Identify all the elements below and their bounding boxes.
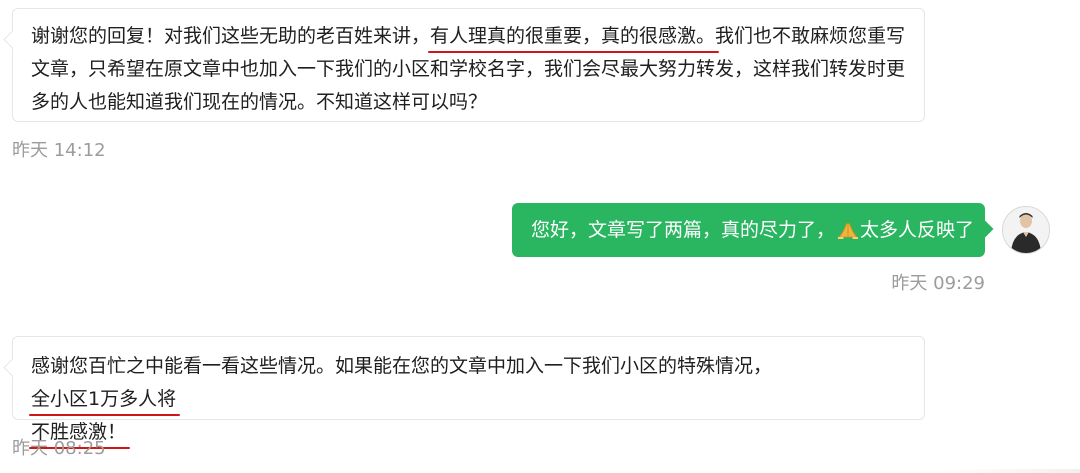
praying-hands-emoji — [837, 217, 859, 239]
message-text: 太多人反映了 — [860, 219, 975, 241]
highlighted-text: 全小区1万多人将 — [28, 383, 181, 416]
person-icon — [1003, 207, 1049, 253]
message-timestamp: 昨天 08:25 — [12, 438, 106, 459]
divider — [940, 469, 1080, 473]
outgoing-message-bubble[interactable]: 您好，文章写了两篇，真的尽力了， 太多人反映了 — [512, 203, 985, 257]
highlighted-text: 有人理真的很重要，真的很感激。 — [428, 20, 720, 53]
message-timestamp: 昨天 14:12 — [12, 140, 106, 161]
message-text: 您好，文章写了两篇，真的尽力了， — [531, 219, 836, 241]
incoming-message-bubble[interactable]: 谢谢您的回复！对我们这些无助的老百姓来讲，有人理真的很重要，真的很感激。我们也不… — [12, 8, 925, 122]
message-timestamp: 昨天 09:29 — [891, 273, 985, 294]
user-avatar[interactable] — [1002, 206, 1050, 254]
message-text: 感谢您百忙之中能看一看这些情况。如果能在您的文章中加入一下我们小区的特殊情况， — [31, 355, 773, 377]
message-text: 谢谢您的回复！对我们这些无助的老百姓来讲， — [31, 25, 431, 47]
incoming-message-bubble[interactable]: 感谢您百忙之中能看一看这些情况。如果能在您的文章中加入一下我们小区的特殊情况， 全… — [12, 336, 925, 449]
